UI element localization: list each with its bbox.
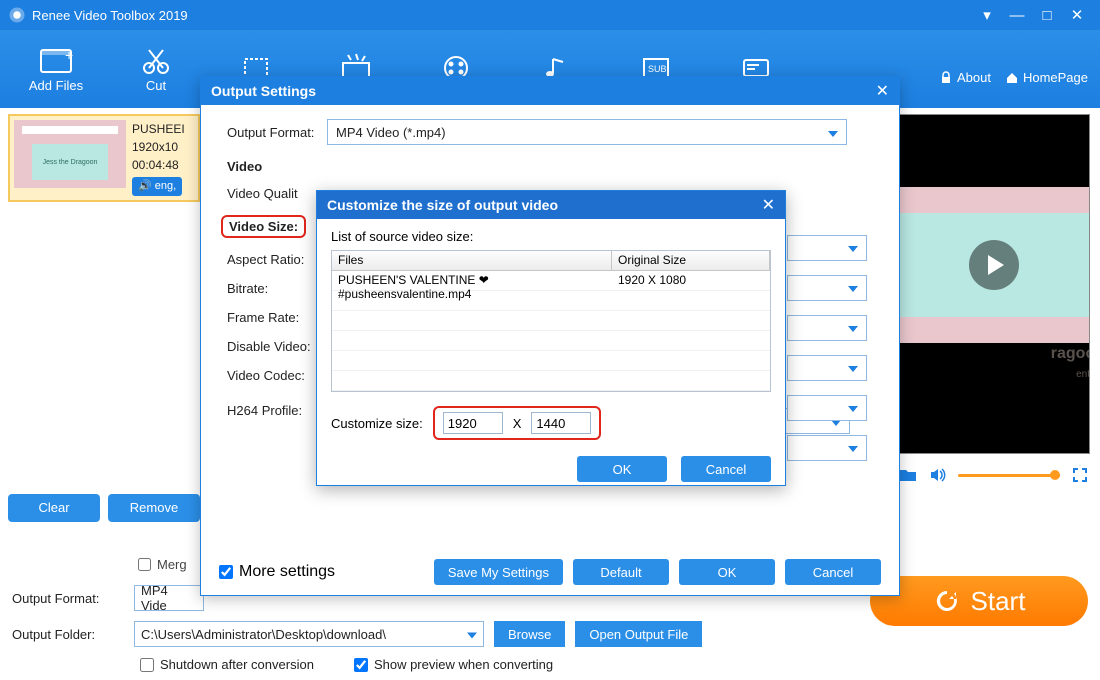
add-files-button[interactable]: + Add Files	[6, 44, 106, 93]
partial-combo[interactable]	[787, 435, 867, 461]
dialog-ok-button[interactable]: OK	[679, 559, 775, 585]
volume-icon[interactable]	[928, 465, 948, 485]
size-dialog-titlebar[interactable]: Customize the size of output video ✕	[317, 191, 785, 219]
svg-text:+: +	[65, 47, 73, 63]
preview-brand-text: ragoon	[1051, 345, 1090, 363]
app-logo-icon	[8, 6, 26, 24]
size-cancel-button[interactable]: Cancel	[681, 456, 771, 482]
video-quality-label: Video Qualit	[227, 186, 327, 201]
width-input[interactable]	[443, 412, 503, 434]
language-badge[interactable]: 🔊 eng,	[132, 177, 182, 196]
fullscreen-icon[interactable]	[1070, 465, 1090, 485]
customize-size-inputs: X	[433, 406, 602, 440]
preview-panel: ragoon ents	[898, 114, 1090, 488]
about-link[interactable]: About	[939, 70, 991, 85]
titlebar: Renee Video Toolbox 2019 ▾ — □ ✕	[0, 0, 1100, 30]
size-dialog-close-button[interactable]: ✕	[762, 195, 775, 215]
svg-text:SUB: SUB	[648, 64, 667, 74]
chevron-down-icon	[848, 399, 858, 417]
customize-size-label: Customize size:	[331, 416, 423, 431]
chevron-down-icon	[848, 239, 858, 257]
video-size-label: Video Size:	[229, 219, 298, 234]
source-size-grid[interactable]: Files Original Size PUSHEEN'S VALENTINE …	[331, 250, 771, 392]
clear-button[interactable]: Clear	[8, 494, 100, 522]
add-files-icon: +	[39, 46, 73, 76]
grid-col-size[interactable]: Original Size	[612, 251, 770, 270]
chevron-down-icon	[828, 125, 838, 140]
minimize-button[interactable]: —	[1002, 7, 1032, 24]
shutdown-checkbox[interactable]: Shutdown after conversion	[140, 657, 314, 672]
chevron-down-icon	[848, 359, 858, 377]
dialog-titlebar[interactable]: Output Settings ✕	[201, 77, 899, 105]
partial-combo[interactable]	[787, 395, 867, 421]
output-format-combo[interactable]: MP4 Vide	[134, 585, 204, 611]
open-folder-icon[interactable]	[898, 465, 918, 485]
more-settings-checkbox[interactable]: More settings	[219, 563, 335, 581]
video-section-heading: Video	[227, 159, 873, 174]
browse-button[interactable]: Browse	[494, 621, 565, 647]
cut-icon	[139, 46, 173, 76]
partial-combo[interactable]	[787, 315, 867, 341]
add-files-label: Add Files	[29, 78, 83, 93]
video-codec-label: Video Codec:	[227, 368, 327, 383]
file-name: PUSHEEI	[132, 120, 185, 138]
file-duration: 00:04:48	[132, 156, 185, 174]
merge-checkbox[interactable]: Merg	[138, 557, 187, 572]
app-title: Renee Video Toolbox 2019	[32, 8, 188, 23]
size-dialog-title: Customize the size of output video	[327, 197, 558, 213]
partial-combo[interactable]	[787, 275, 867, 301]
out-format-label: Output Format:	[227, 125, 327, 140]
output-folder-label: Output Folder:	[12, 627, 124, 642]
remove-button[interactable]: Remove	[108, 494, 200, 522]
bitrate-label: Bitrate:	[227, 281, 327, 296]
dialog-close-button[interactable]: ✕	[876, 81, 889, 101]
frame-rate-label: Frame Rate:	[227, 310, 327, 325]
chevron-down-icon	[848, 439, 858, 457]
start-button[interactable]: Start	[870, 576, 1088, 626]
partial-combo[interactable]	[787, 355, 867, 381]
save-my-settings-button[interactable]: Save My Settings	[434, 559, 563, 585]
homepage-link[interactable]: HomePage	[1005, 70, 1088, 85]
out-format-combo[interactable]: MP4 Video (*.mp4)	[327, 119, 847, 145]
lock-icon	[939, 71, 953, 85]
aspect-ratio-label: Aspect Ratio:	[227, 252, 327, 267]
file-item[interactable]: Jess the Dragoon PUSHEEI 1920x10 00:04:4…	[8, 114, 200, 202]
file-list: Jess the Dragoon PUSHEEI 1920x10 00:04:4…	[8, 114, 200, 522]
play-icon[interactable]	[969, 240, 1019, 290]
partial-combo[interactable]	[787, 235, 867, 261]
home-icon	[1005, 71, 1019, 85]
dialog-title: Output Settings	[211, 83, 316, 99]
grid-cell-file: PUSHEEN'S VALENTINE ❤ #pusheensvalentine…	[332, 271, 612, 290]
default-button[interactable]: Default	[573, 559, 669, 585]
size-ok-button[interactable]: OK	[577, 456, 667, 482]
close-button[interactable]: ✕	[1062, 6, 1092, 24]
dialog-cancel-button[interactable]: Cancel	[785, 559, 881, 585]
cut-label: Cut	[146, 78, 166, 93]
disable-video-label: Disable Video:	[227, 339, 327, 354]
grid-row[interactable]: PUSHEEN'S VALENTINE ❤ #pusheensvalentine…	[332, 271, 770, 291]
h264-profile-label: H264 Profile:	[227, 403, 327, 418]
cut-button[interactable]: Cut	[106, 44, 206, 93]
file-resolution: 1920x10	[132, 138, 185, 156]
open-output-file-button[interactable]: Open Output File	[575, 621, 702, 647]
x-separator: X	[513, 416, 522, 431]
preview-video[interactable]: ragoon ents	[898, 114, 1090, 454]
grid-col-files[interactable]: Files	[332, 251, 612, 270]
source-size-list-label: List of source video size:	[331, 229, 771, 244]
collapse-ribbon-button[interactable]: ▾	[972, 6, 1002, 24]
refresh-icon	[933, 587, 961, 615]
chevron-down-icon	[848, 319, 858, 337]
output-folder-combo[interactable]: C:\Users\Administrator\Desktop\download\	[134, 621, 484, 647]
customize-size-dialog: Customize the size of output video ✕ Lis…	[316, 190, 786, 486]
chevron-down-icon	[467, 627, 477, 642]
height-input[interactable]	[531, 412, 591, 434]
file-thumbnail: Jess the Dragoon	[14, 120, 126, 188]
grid-cell-size: 1920 X 1080	[612, 271, 770, 290]
maximize-button[interactable]: □	[1032, 7, 1062, 24]
chevron-down-icon	[848, 279, 858, 297]
output-format-label: Output Format:	[12, 591, 124, 606]
file-metadata: PUSHEEI 1920x10 00:04:48 🔊 eng,	[132, 120, 185, 196]
volume-slider[interactable]	[958, 474, 1060, 477]
show-preview-checkbox[interactable]: Show preview when converting	[354, 657, 553, 672]
